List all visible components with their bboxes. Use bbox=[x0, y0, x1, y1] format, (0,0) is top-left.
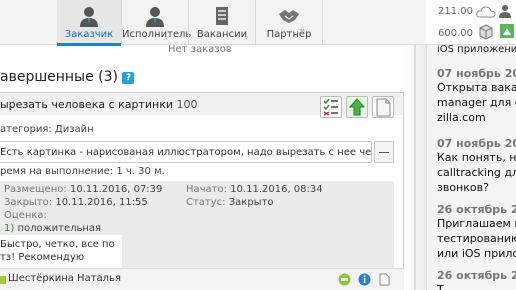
customer-icon bbox=[80, 7, 98, 27]
nav-customer-label: Заказчик bbox=[64, 29, 114, 40]
rating-number: 1) bbox=[4, 223, 15, 234]
news-line: manager для се bbox=[437, 96, 516, 109]
review-line-2: тз! Рекомендую bbox=[0, 252, 85, 263]
started-row: Начато: 10.11.2016, 08:34 bbox=[186, 184, 323, 195]
nav-vacancies-label: Вакансии bbox=[196, 29, 248, 40]
news-date: 26 октябрь 20 bbox=[437, 203, 516, 216]
order-price: 100 bbox=[176, 98, 198, 111]
news-item[interactable]: 07 ноябрь 20 Открыта ваканс manager для … bbox=[437, 67, 516, 125]
file-icon[interactable] bbox=[378, 273, 391, 286]
handshake-icon bbox=[279, 10, 299, 23]
closed-label: Закрыто: bbox=[4, 197, 53, 208]
arrow-up-icon bbox=[348, 98, 366, 116]
nav-divider bbox=[322, 0, 323, 45]
news-line: тестированию bbox=[437, 232, 516, 245]
checklist-icon bbox=[323, 98, 338, 116]
order-title-text: ырезать человека с картинки bbox=[0, 98, 174, 111]
vacancies-icon bbox=[216, 7, 228, 25]
user-marker bbox=[0, 276, 6, 284]
order-title[interactable]: ырезать человека с картинки 100 bbox=[0, 98, 198, 111]
nav-vacancies[interactable]: Вакансии bbox=[189, 0, 255, 45]
document-button[interactable] bbox=[372, 96, 394, 118]
cloud-balance: 211.00 bbox=[438, 6, 473, 17]
news-item[interactable]: 26 октябрь 20 Приглашаем по тестированию… bbox=[437, 203, 516, 261]
section-title: авершенные (3) ? bbox=[0, 69, 135, 85]
box-balance: 600.00 bbox=[438, 28, 473, 39]
category-row: атегория: Дизайн bbox=[0, 124, 94, 135]
news-line: zilla.com bbox=[437, 111, 486, 124]
news-prev-tail: iOS приложени bbox=[437, 45, 516, 55]
order-card-header: ырезать человека с картинки 100 bbox=[0, 93, 403, 115]
placed-row: Размещено: 10.11.2016, 07:39 bbox=[4, 184, 162, 195]
started-label: Начато: bbox=[186, 184, 227, 195]
nav-performer-label: Исполнитель bbox=[122, 29, 192, 40]
news-line: Открыта ваканс bbox=[437, 81, 516, 94]
news-date: 07 ноябрь 20 bbox=[437, 67, 516, 80]
order-footer: Шестёркина Наталья bbox=[0, 268, 404, 290]
section-title-text: авершенные (3) bbox=[0, 69, 119, 85]
started-value: 10.11.2016, 08:34 bbox=[230, 184, 323, 195]
news-sidebar: iOS приложени 07 ноябрь 20 Открыта вакан… bbox=[426, 45, 516, 290]
nav-performer[interactable]: Исполнитель bbox=[122, 0, 192, 45]
message-icon[interactable] bbox=[338, 273, 351, 286]
document-icon bbox=[376, 98, 391, 117]
user-icon bbox=[499, 5, 511, 18]
news-line: Как понять, ну bbox=[437, 151, 516, 164]
avatar-icon bbox=[500, 24, 514, 38]
news-line: звонков? bbox=[437, 181, 489, 194]
review-line-1: Быстро, четко, все по bbox=[0, 239, 115, 250]
news-date: 26 октябрь 20 bbox=[437, 269, 516, 282]
nav-customer[interactable]: Заказчик bbox=[57, 0, 121, 46]
status-value: Закрыто bbox=[228, 197, 274, 208]
news-line: calltracking для bbox=[437, 166, 516, 179]
order-card: ырезать человека с картинки 100 атегория… bbox=[0, 92, 404, 290]
rating-row: 1) положительная bbox=[4, 223, 101, 234]
collapse-button[interactable] bbox=[374, 141, 394, 163]
status-label: Статус: bbox=[186, 197, 226, 208]
order-description: Есть картинка - нарисованая иллюстраторо… bbox=[0, 141, 372, 163]
time-row: ремя на выполнение: 1 ч. 30 м. bbox=[0, 166, 165, 177]
no-orders-text: Нет заказов bbox=[168, 44, 232, 55]
performer-icon bbox=[146, 7, 164, 27]
cloud-icon bbox=[476, 6, 496, 18]
rating-label: Оценка: bbox=[4, 210, 47, 221]
news-date: 07 ноябрь 20 bbox=[437, 137, 516, 150]
top-nav: Заказчик Исполнитель Вакансии Партнёр bbox=[0, 0, 426, 46]
news-item[interactable]: 26 октябрь 20 Т bbox=[437, 269, 516, 290]
help-icon[interactable]: ? bbox=[122, 72, 135, 84]
closed-value: 10.11.2016, 11:55 bbox=[55, 197, 148, 208]
news-line: Т bbox=[437, 283, 444, 290]
box-icon bbox=[479, 24, 493, 40]
category-value: Дизайн bbox=[54, 124, 94, 135]
main-content: авершенные (3) ? ырезать человека с карт… bbox=[0, 56, 406, 290]
time-value: 1 ч. 30 м. bbox=[116, 166, 165, 177]
content-shadow bbox=[406, 45, 426, 290]
scrollbar[interactable] bbox=[414, 45, 416, 290]
info-icon[interactable] bbox=[358, 273, 371, 286]
status-row: Статус: Закрыто bbox=[186, 197, 274, 208]
closed-row: Закрыто: 10.11.2016, 11:55 bbox=[4, 197, 148, 208]
news-line: или iOS прилож bbox=[437, 247, 516, 260]
review-text: Быстро, четко, все по тз! Рекомендую bbox=[0, 235, 122, 269]
news-line: Приглашаем по bbox=[437, 217, 516, 230]
nav-partner-label: Партнёр bbox=[266, 29, 312, 40]
time-label: ремя на выполнение: bbox=[0, 166, 114, 177]
category-label: атегория: bbox=[0, 124, 52, 135]
raise-order-button[interactable] bbox=[346, 96, 368, 118]
checklist-button[interactable] bbox=[320, 96, 342, 118]
placed-label: Размещено: bbox=[4, 184, 67, 195]
nav-partner[interactable]: Партнёр bbox=[256, 0, 322, 45]
balance-panel: 211.00 600.00 bbox=[426, 0, 516, 45]
rating-text: положительная bbox=[17, 223, 102, 234]
news-item[interactable]: 07 ноябрь 20 Как понять, ну calltracking… bbox=[437, 137, 516, 195]
user-name[interactable]: Шестёркина Наталья bbox=[8, 273, 121, 284]
placed-value: 10.11.2016, 07:39 bbox=[69, 184, 163, 195]
